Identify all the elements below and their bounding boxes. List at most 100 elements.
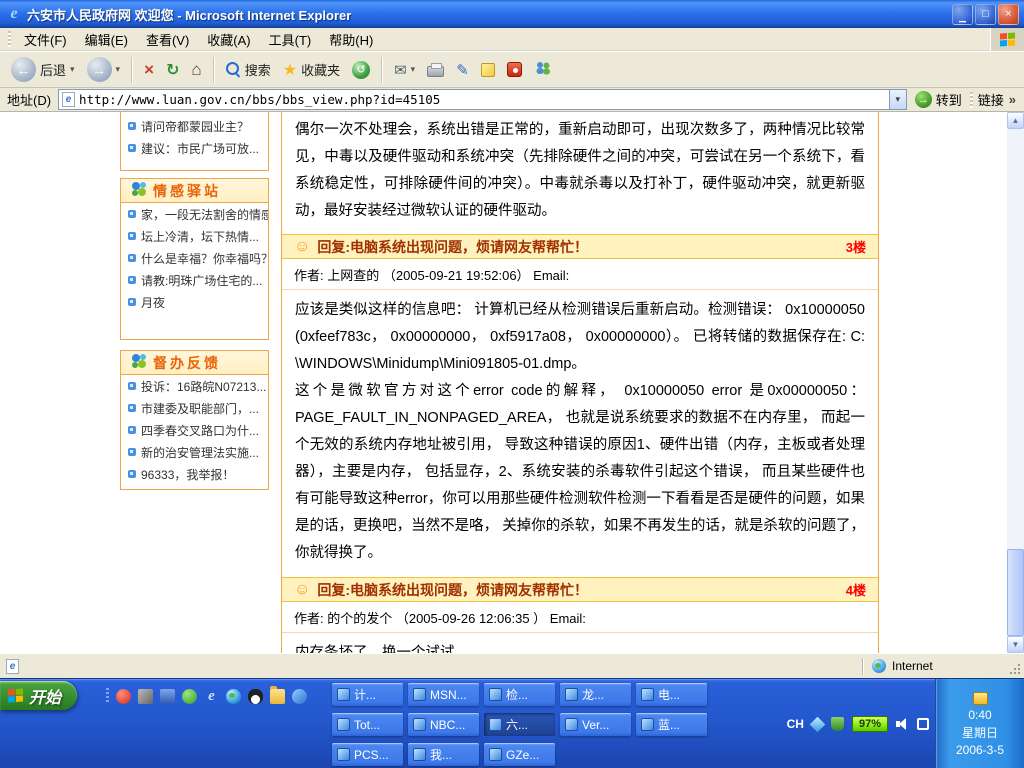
- search-label: 搜索: [245, 60, 271, 79]
- refresh-button[interactable]: ↻: [161, 58, 184, 82]
- search-button[interactable]: 搜索: [221, 58, 276, 81]
- scrollbar-thumb[interactable]: [1007, 549, 1024, 636]
- links-grip[interactable]: [970, 92, 973, 108]
- back-dropdown-icon: ▾: [70, 64, 75, 75]
- start-button[interactable]: 开始: [0, 681, 77, 710]
- sidebar-link[interactable]: 投诉：16路皖N07213...: [121, 375, 268, 397]
- address-bar: 地址(D) e http://www.luan.gov.cn/bbs/bbs_v…: [0, 88, 1024, 112]
- maximize-button[interactable]: □: [975, 4, 996, 25]
- go-button[interactable]: → 转到: [907, 90, 970, 109]
- task-button[interactable]: 计...: [332, 683, 403, 706]
- menu-help[interactable]: 帮助(H): [320, 30, 382, 49]
- sidebar-link[interactable]: 家，一段无法割舍的情感: [121, 203, 268, 225]
- back-button[interactable]: ← 后退 ▾: [6, 55, 80, 84]
- resize-grip[interactable]: [1008, 662, 1022, 676]
- sidebar-link[interactable]: 市建委及职能部门，...: [121, 397, 268, 419]
- task-button[interactable]: Ver...: [560, 713, 631, 736]
- stop-button[interactable]: ×: [139, 58, 159, 82]
- page-icon: e: [62, 92, 75, 107]
- sidebar-link[interactable]: 坛上冷清，坛下热情...: [121, 225, 268, 247]
- status-bar: e Internet: [0, 653, 1024, 678]
- folder-icon[interactable]: [270, 689, 285, 704]
- minimize-button[interactable]: ▁: [952, 4, 973, 25]
- task-button[interactable]: 电...: [636, 683, 707, 706]
- bullet-icon: [128, 448, 136, 456]
- forum-thread: 偶尔一次不处理会，系统出错是正常的，重新启动即可，出现次数多了，两种情况比较常见…: [281, 112, 879, 653]
- bullet-icon: [128, 254, 136, 262]
- home-button[interactable]: ⌂: [186, 58, 206, 82]
- sidebar-link[interactable]: 什么是幸福？你幸福吗？: [121, 247, 268, 269]
- clock-panel[interactable]: 0:40 星期日 2006-3-5: [935, 679, 1024, 768]
- sidebar-link-label: 新的治安管理法实施...: [141, 444, 259, 461]
- scroll-up-button[interactable]: ▲: [1007, 112, 1024, 129]
- task-button-active[interactable]: 六...: [484, 713, 555, 736]
- forward-button[interactable]: → ▾: [82, 55, 126, 84]
- back-icon: ←: [11, 57, 36, 82]
- favorites-button[interactable]: ★ 收藏夹: [278, 58, 345, 82]
- task-button[interactable]: 我...: [408, 743, 479, 766]
- toolbar-separator: [381, 57, 383, 83]
- task-button[interactable]: GZe...: [484, 743, 555, 766]
- task-button[interactable]: Tot...: [332, 713, 403, 736]
- mail-button[interactable]: ✉ ▾: [389, 59, 420, 81]
- battery-indicator[interactable]: 97%: [852, 716, 888, 732]
- home-icon: ⌂: [191, 60, 201, 80]
- qq-icon[interactable]: [248, 689, 263, 704]
- power-plug-icon[interactable]: [917, 718, 929, 730]
- plugin-button[interactable]: [502, 60, 527, 79]
- menu-file[interactable]: 文件(F): [15, 30, 76, 49]
- forward-icon: →: [87, 57, 112, 82]
- vertical-scrollbar[interactable]: ▲ ▼: [1007, 112, 1024, 653]
- menu-view[interactable]: 查看(V): [137, 30, 198, 49]
- reply-author-line: 作者: 上网查的 （2005-09-21 19:52:06） Email:: [282, 259, 878, 290]
- menu-favorites[interactable]: 收藏(A): [198, 30, 259, 49]
- print-button[interactable]: [422, 60, 449, 79]
- sidebar-link[interactable]: 请教:明珠广场住宅的...: [121, 269, 268, 291]
- address-input[interactable]: e http://www.luan.gov.cn/bbs/bbs_view.ph…: [58, 89, 907, 110]
- task-button[interactable]: NBC...: [408, 713, 479, 736]
- globe-icon[interactable]: [226, 689, 241, 704]
- close-button[interactable]: ×: [998, 4, 1019, 25]
- bullet-icon: [128, 426, 136, 434]
- task-button-label: 我...: [430, 746, 452, 763]
- messenger-quick-icon[interactable]: [292, 689, 307, 704]
- volume-icon[interactable]: [896, 718, 909, 730]
- media-player-icon[interactable]: [116, 689, 131, 704]
- sidebar-link[interactable]: 96333，我举报！: [121, 463, 268, 485]
- sidebar-link[interactable]: 月夜: [121, 291, 268, 313]
- task-button[interactable]: 检...: [484, 683, 555, 706]
- sidebar-link[interactable]: 请问帝都蒙园业主？: [121, 115, 268, 137]
- tray-app-icon[interactable]: [810, 716, 826, 732]
- internet-zone-icon: [872, 659, 886, 673]
- windows-logo-icon: [990, 28, 1024, 51]
- ime-indicator[interactable]: CH: [787, 717, 804, 731]
- task-button[interactable]: 蓝...: [636, 713, 707, 736]
- links-bar[interactable]: 链接 »: [970, 90, 1020, 109]
- task-button[interactable]: PCS...: [332, 743, 403, 766]
- task-button[interactable]: 龙...: [560, 683, 631, 706]
- quick-launch-grip[interactable]: [106, 688, 109, 704]
- history-button[interactable]: ↺: [347, 59, 375, 81]
- scroll-down-button[interactable]: ▼: [1007, 636, 1024, 653]
- discuss-button[interactable]: [476, 61, 500, 79]
- sidebar-link[interactable]: 新的治安管理法实施...: [121, 441, 268, 463]
- sidebar-link[interactable]: 建议：市民广场可放...: [121, 137, 268, 159]
- reply-header: ☺ 回复:电脑系统出现问题，烦请网友帮帮忙！ 4楼: [282, 577, 878, 602]
- disk-icon[interactable]: [160, 689, 175, 704]
- sidebar-link[interactable]: 四季春交叉路口为什...: [121, 419, 268, 441]
- menu-edit[interactable]: 编辑(E): [76, 30, 137, 49]
- ie-quick-launch-icon[interactable]: e: [204, 689, 219, 704]
- antivirus-icon[interactable]: [831, 717, 844, 731]
- show-desktop-icon[interactable]: [138, 689, 153, 704]
- bullet-icon: [128, 210, 136, 218]
- window-titlebar[interactable]: e 六安市人民政府网 欢迎您 - Microsoft Internet Expl…: [0, 0, 1024, 28]
- clock-time: 0:40: [968, 708, 991, 722]
- menu-tools[interactable]: 工具(T): [260, 30, 321, 49]
- green-app-icon[interactable]: [182, 689, 197, 704]
- browser-viewport: 请问帝都蒙园业主？ 建议：市民广场可放... 情感驿站 家，一段无法割舍的情感 …: [0, 112, 1007, 653]
- address-dropdown-button[interactable]: ▾: [889, 90, 906, 109]
- edit-button[interactable]: ✎: [451, 59, 474, 81]
- task-button[interactable]: MSN...: [408, 683, 479, 706]
- messenger-button[interactable]: [529, 58, 557, 81]
- menu-grip[interactable]: [8, 31, 11, 47]
